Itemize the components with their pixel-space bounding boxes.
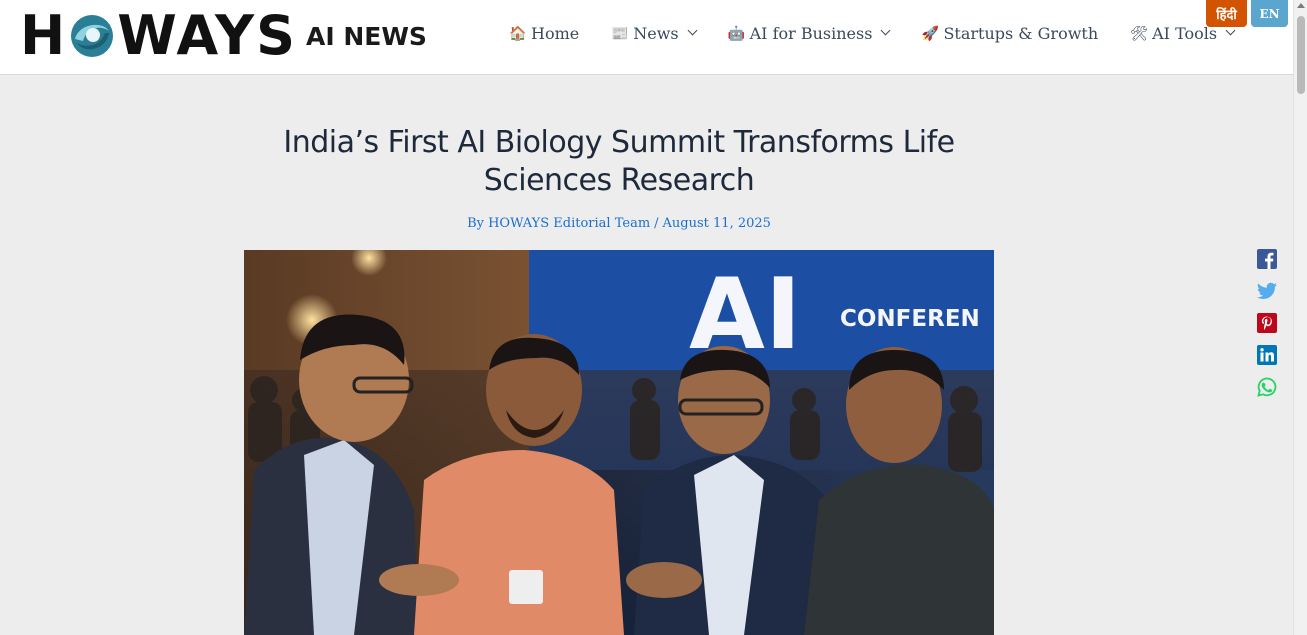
- chevron-down-icon: [1225, 25, 1236, 36]
- linkedin-share-button[interactable]: [1256, 344, 1278, 366]
- nav-item-startups-growth[interactable]: 🚀 Startups & Growth: [921, 24, 1098, 43]
- nav-label: Home: [531, 24, 580, 43]
- rocket-icon: 🚀: [921, 25, 939, 42]
- tools-icon: 🛠: [1130, 25, 1148, 42]
- facebook-share-button[interactable]: [1256, 248, 1278, 270]
- whatsapp-icon: [1257, 377, 1277, 397]
- nav-label: AI for Business: [749, 24, 873, 43]
- site-header: H WAYS AI NEWS 🏠 Home 📰 News 🤖 AI for Bu…: [0, 0, 1293, 75]
- article-meta: By HOWAYS Editorial Team / August 11, 2025: [244, 216, 994, 231]
- nav-label: AI Tools: [1152, 24, 1218, 43]
- article-hero-image: AI CONFEREN: [244, 250, 994, 635]
- scroll-thumb[interactable]: [1297, 16, 1305, 94]
- main-nav: 🏠 Home 📰 News 🤖 AI for Business 🚀 Startu…: [509, 24, 1236, 43]
- house-icon: 🏠: [509, 25, 527, 42]
- meta-separator: /: [654, 216, 659, 231]
- banner-conference-text: CONFEREN: [840, 306, 980, 332]
- social-share-bar: [1256, 248, 1278, 408]
- twitter-share-button[interactable]: [1256, 280, 1278, 302]
- newspaper-icon: 📰: [611, 25, 629, 42]
- nav-item-home[interactable]: 🏠 Home: [509, 24, 579, 43]
- conference-photo: AI CONFEREN: [244, 250, 994, 635]
- linkedin-icon: [1257, 345, 1277, 365]
- pinterest-icon: [1257, 313, 1277, 333]
- pinterest-share-button[interactable]: [1256, 312, 1278, 334]
- site-logo[interactable]: H WAYS: [20, 8, 297, 64]
- nav-item-news[interactable]: 📰 News: [611, 24, 698, 43]
- facebook-icon: [1257, 249, 1277, 269]
- lang-english-button[interactable]: EN: [1251, 0, 1288, 27]
- article-date: August 11, 2025: [662, 216, 771, 231]
- nav-label: News: [633, 24, 679, 43]
- logo-swirl-icon: [71, 15, 114, 57]
- logo-wordmark: H WAYS: [20, 8, 297, 64]
- scroll-up-arrow-icon[interactable]: [1297, 3, 1305, 8]
- chevron-down-icon: [687, 25, 698, 36]
- article-author-link[interactable]: By HOWAYS Editorial Team: [467, 216, 650, 231]
- chevron-down-icon: [881, 25, 891, 36]
- logo-letters-ways: WAYS: [117, 4, 297, 67]
- nav-label: Startups & Growth: [943, 24, 1099, 43]
- nav-item-ai-for-business[interactable]: 🤖 AI for Business: [727, 24, 891, 43]
- lang-hindi-button[interactable]: हिंदी: [1206, 0, 1247, 27]
- page-scrollbar[interactable]: [1293, 0, 1307, 635]
- logo-tagline: AI NEWS: [306, 22, 427, 51]
- robot-icon: 🤖: [727, 25, 746, 42]
- whatsapp-share-button[interactable]: [1256, 376, 1278, 398]
- article-title: India’s First AI Biology Summit Transfor…: [283, 125, 955, 198]
- twitter-icon: [1257, 282, 1277, 299]
- logo-letter-h: H: [20, 4, 68, 67]
